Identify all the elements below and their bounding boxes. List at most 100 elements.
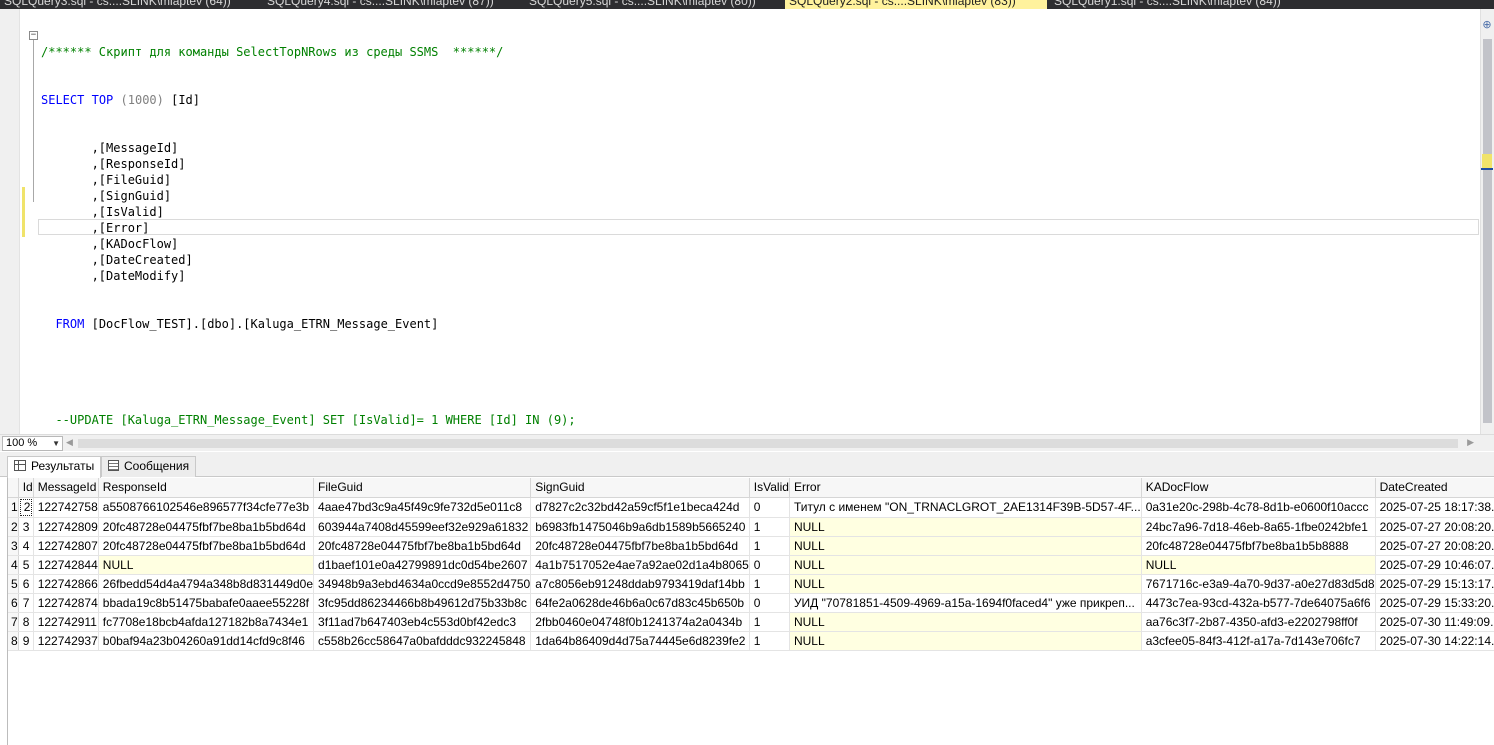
column-header[interactable]: MessageId [33,478,99,498]
table-cell[interactable]: 1 [749,517,790,537]
column-header[interactable]: KADocFlow [1141,478,1376,498]
row-number[interactable]: 7 [8,612,19,632]
results-grid[interactable]: Id MessageId ResponseId FileGuid SignGuid IsV… [7,478,1494,745]
table-cell[interactable]: УИД "70781851-4509-4969-a15a-1694f0faced… [789,593,1142,613]
editor-vertical-scrollbar[interactable]: ⊕ [1480,9,1494,434]
column-header[interactable] [8,478,19,498]
table-cell[interactable]: NULL [789,536,1142,556]
row-number[interactable]: 3 [8,536,19,556]
table-cell[interactable]: 2025-07-29 10:46:07.980 [1375,555,1494,575]
table-cell[interactable]: 0a31e20c-298b-4c78-8d1b-e0600f10accc [1141,497,1376,518]
table-cell[interactable]: 20fc48728e04475fbf7be8ba1b5bd64d [98,517,315,537]
table-cell[interactable]: 2025-07-30 14:22:14.577 [1375,631,1494,651]
row-number[interactable]: 1 [8,497,19,518]
table-row[interactable]: 8 9 122742937 b0baf94a23b04260a91dd14cfd9c8… [8,631,1494,651]
table-row[interactable]: 4 5 122742844 NULL d1baef101e0a42799891dc0d5… [8,555,1494,575]
table-cell[interactable]: 0 [749,593,790,613]
table-cell[interactable]: 20fc48728e04475fbf7be8ba1b5bd64d [98,536,315,556]
row-number[interactable]: 2 [8,517,19,537]
horizontal-scroll-thumb[interactable] [78,439,1458,448]
table-cell[interactable]: 122742844 [33,555,99,575]
table-cell[interactable]: 26fbedd54d4a4794a348b8d831449d0e [98,574,315,594]
table-cell[interactable]: c558b26cc58647a0bafdddc932245848 [313,631,532,651]
document-tab[interactable]: SQLQuery2.sql - cs....SLINK\mlaptev (83)… [785,0,1047,9]
table-cell[interactable]: b6983fb1475046b9a6db1589b5665240 [530,517,750,537]
table-cell[interactable]: 2025-07-27 20:08:20.870 [1375,517,1494,537]
query-editor[interactable]: − /****** Скрипт для команды SelectTopNR… [0,9,1494,434]
table-cell[interactable]: NULL [1141,555,1376,575]
column-header[interactable]: IsValid [749,478,790,498]
table-cell[interactable]: aa76c3f7-2b87-4350-afd3-e2202798ff0f [1141,612,1376,632]
table-cell[interactable]: 122742911 [33,612,99,632]
table-cell[interactable]: 4a1b7517052e4ae7a92ae02d1a4b8065 [530,555,750,575]
document-tab[interactable]: SQLQuery1.sql - cs....SLINK\mlaptev (84)… [1050,0,1300,9]
table-cell[interactable]: a7c8056eb91248ddab9793419daf14bb [530,574,750,594]
table-cell[interactable]: 122742874 [33,593,99,613]
table-cell[interactable]: 4 [18,536,34,556]
table-cell[interactable]: 2025-07-29 15:13:17.750 [1375,574,1494,594]
table-cell[interactable]: 7 [18,593,34,613]
table-row[interactable]: 2 3 122742809 20fc48728e04475fbf7be8ba1b5bd… [8,517,1494,537]
table-cell[interactable]: NULL [789,631,1142,651]
table-cell[interactable]: 6 [18,574,34,594]
column-header[interactable]: DateCreated [1375,478,1494,498]
document-tab[interactable]: SQLQuery5.sql - cs....SLINK\mlaptev (80)… [525,0,781,9]
row-number[interactable]: 4 [8,555,19,575]
table-cell[interactable]: 603944a7408d45599eef32e929a61832 [313,517,532,537]
row-number[interactable]: 8 [8,631,19,651]
table-row[interactable]: 1 2 122742758 a5508766102546e896577f34cfe77… [8,497,1494,518]
code-area[interactable]: /****** Скрипт для команды SelectTopNRow… [41,12,576,460]
table-cell[interactable]: 7671716c-e3a9-4a70-9d37-a0e27d83d5d8 [1141,574,1376,594]
table-row[interactable]: 5 6 122742866 26fbedd54d4a4794a348b8d831449… [8,574,1494,594]
table-cell[interactable]: d1baef101e0a42799891dc0d54be2607 [313,555,532,575]
table-cell[interactable]: Титул с именем "ON_TRNACLGROT_2AE1314F39… [789,497,1142,518]
row-number[interactable]: 5 [8,574,19,594]
table-cell[interactable]: 34948b9a3ebd4634a0ccd9e8552d4750 [313,574,532,594]
table-cell[interactable]: 24bc7a96-7d18-46eb-8a65-1fbe0242bfe1 [1141,517,1376,537]
column-header[interactable]: Error [789,478,1142,498]
table-cell[interactable]: fc7708e18bcb4afda127182b8a7434e1 [98,612,315,632]
table-cell[interactable]: 20fc48728e04475fbf7be8ba1b5bd64d [313,536,532,556]
table-row[interactable]: 6 7 122742874 bbada19c8b51475babafe0aaee552… [8,593,1494,613]
table-cell[interactable]: a3cfee05-84f3-412f-a17a-7d143e706fc7 [1141,631,1376,651]
table-cell[interactable]: 4473c7ea-93cd-432a-b577-7de64075a6f6 [1141,593,1376,613]
table-cell[interactable]: 3fc95dd86234466b8b49612d75b33b8c [313,593,532,613]
table-cell[interactable]: 122742937 [33,631,99,651]
table-cell[interactable]: 2 [18,497,34,518]
column-header[interactable]: FileGuid [313,478,532,498]
column-header[interactable]: Id [18,478,34,498]
table-cell[interactable]: 2025-07-30 11:49:09.767 [1375,612,1494,632]
table-cell[interactable]: 1 [749,612,790,632]
column-header[interactable]: ResponseId [98,478,315,498]
table-cell[interactable]: NULL [789,517,1142,537]
table-cell[interactable]: 3 [18,517,34,537]
table-cell[interactable]: NULL [789,612,1142,632]
table-cell[interactable]: 1 [749,574,790,594]
table-row[interactable]: 3 4 122742807 20fc48728e04475fbf7be8ba1b5bd… [8,536,1494,556]
table-row[interactable]: 7 8 122742911 fc7708e18bcb4afda127182b8a743… [8,612,1494,632]
table-cell[interactable]: 2025-07-25 18:17:38.767 [1375,497,1494,518]
table-cell[interactable]: NULL [98,555,315,575]
table-cell[interactable]: 122742758 [33,497,99,518]
tab-messages[interactable]: Сообщения [101,456,197,477]
table-cell[interactable]: 2fbb0460e04748f0b1241374a2a0434b [530,612,750,632]
collapse-icon[interactable]: − [29,31,38,40]
table-cell[interactable]: d7827c2c32bd42a59cf5f1e1beca424d [530,497,750,518]
table-cell[interactable]: 1da64b86409d4d75a74445e6d8239fe2 [530,631,750,651]
table-cell[interactable]: 1 [749,536,790,556]
table-cell[interactable]: 122742866 [33,574,99,594]
table-cell[interactable]: 2025-07-29 15:33:20.000 [1375,593,1494,613]
table-cell[interactable]: NULL [789,574,1142,594]
zoom-select[interactable]: 100 % ▼ [2,436,63,451]
scroll-thumb[interactable] [1483,39,1492,423]
table-cell[interactable]: 1 [749,631,790,651]
table-cell[interactable]: b0baf94a23b04260a91dd14cfd9c8f46 [98,631,315,651]
split-icon[interactable]: ⊕ [1481,19,1493,31]
table-cell[interactable]: 0 [749,555,790,575]
column-header[interactable]: SignGuid [530,478,750,498]
table-cell[interactable]: 0 [749,497,790,518]
document-tab[interactable]: SQLQuery4.sql - cs....SLINK\mlaptev (87)… [263,0,521,9]
document-tab[interactable]: SQLQuery3.sql - cs....SLINK\mlaptev (64)… [0,0,260,9]
table-cell[interactable]: 20fc48728e04475fbf7be8ba1b5bd64d [530,536,750,556]
table-cell[interactable]: a5508766102546e896577f34cfe77e3b [98,497,315,518]
